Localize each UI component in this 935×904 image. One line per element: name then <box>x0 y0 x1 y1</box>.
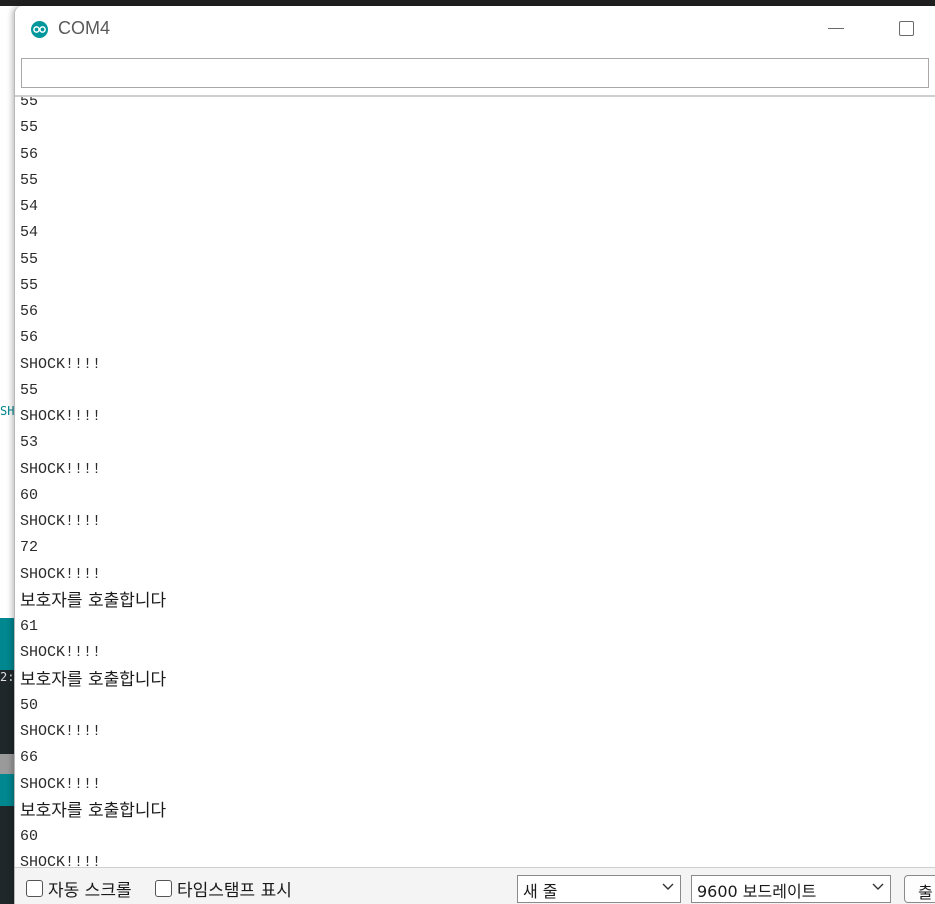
bottom-toolbar: 자동 스크롤 타임스탬프 표시 새 줄 9600 보드레이트 출 <box>15 867 935 904</box>
minimize-button[interactable] <box>821 16 851 42</box>
serial-output-line: 56 <box>20 303 39 320</box>
baud-rate-value: 9600 보드레이트 <box>697 882 817 901</box>
serial-output[interactable]: 55 55 56 55 54 54 55 55 56 56 SHOCK!!!! 55 SHOCK!!!!… <box>15 97 935 867</box>
serial-output-line: 55 <box>20 381 39 399</box>
serial-output-line: 53 <box>20 434 39 452</box>
serial-output-line: 보호자를 호출합니다 <box>20 669 167 690</box>
serial-output-line: SHOCK!!!! <box>20 775 102 793</box>
serial-output-line: 보호자를 호출합니다 <box>20 800 167 821</box>
maximize-icon <box>899 21 914 36</box>
serial-output-line: 55 <box>20 171 39 189</box>
autoscroll-label: 자동 스크롤 <box>48 880 132 901</box>
serial-output-line: SHOCK!!!! <box>20 854 102 867</box>
clear-output-button[interactable]: 출 <box>904 875 935 903</box>
background-edge-text-2: 2: <box>0 670 15 684</box>
serial-output-line: 56 <box>20 329 39 347</box>
serial-monitor-window: COM4 55 55 56 55 54 54 55 55 56 56 SHOCK!!!! 55 SHOC… <box>14 6 935 904</box>
serial-output-line: SHOCK!!!! <box>20 644 102 662</box>
chevron-down-icon <box>662 883 674 890</box>
screen: SH 2: COM4 55 55 56 55 54 54 55 55 56 56… <box>0 0 935 904</box>
serial-output-line: SHOCK!!!! <box>20 565 102 583</box>
serial-output-line: 60 <box>20 828 39 845</box>
serial-output-line: SHOCK!!!! <box>20 513 102 530</box>
serial-output-line: 보호자를 호출합니다 <box>20 590 167 611</box>
serial-output-line: SHOCK!!!! <box>20 460 102 478</box>
background-edge-text: SH <box>0 404 15 418</box>
serial-output-line: 55 <box>20 97 39 110</box>
line-ending-value: 새 줄 <box>523 882 558 901</box>
serial-output-line: 60 <box>20 486 39 504</box>
serial-output-line: SHOCK!!!! <box>20 408 102 425</box>
serial-output-line: 55 <box>20 276 39 294</box>
window-title: COM4 <box>58 18 111 38</box>
serial-output-line: 54 <box>20 198 39 215</box>
clear-output-label: 출 <box>918 883 933 902</box>
title-bar[interactable]: COM4 <box>15 6 935 52</box>
timestamp-label: 타임스탬프 표시 <box>177 880 292 901</box>
serial-output-line: SHOCK!!!! <box>20 723 102 740</box>
autoscroll-checkbox[interactable]: 자동 스크롤 <box>26 877 132 901</box>
serial-output-line: 54 <box>20 224 39 242</box>
timestamp-checkbox-box[interactable] <box>155 879 172 897</box>
serial-output-line: 66 <box>20 749 39 767</box>
serial-output-line: 50 <box>20 696 39 714</box>
autoscroll-checkbox-box[interactable] <box>26 879 43 897</box>
serial-output-line: 55 <box>20 250 39 268</box>
serial-output-line: 55 <box>20 119 39 137</box>
serial-output-line: 72 <box>20 539 39 557</box>
minimize-icon <box>828 28 844 29</box>
serial-output-line: 61 <box>20 618 39 635</box>
maximize-button[interactable] <box>892 16 922 42</box>
serial-output-line: SHOCK!!!! <box>20 355 102 373</box>
serial-output-lines: 55 55 56 55 54 54 55 55 56 56 SHOCK!!!! 55 SHOCK!!!!… <box>20 97 166 867</box>
send-message-input[interactable] <box>21 58 929 88</box>
arduino-logo-icon <box>31 21 48 38</box>
serial-output-line: 56 <box>20 145 39 163</box>
baud-rate-select[interactable]: 9600 보드레이트 <box>691 875 891 903</box>
chevron-down-icon <box>872 883 884 890</box>
timestamp-checkbox[interactable]: 타임스탬프 표시 <box>155 877 292 901</box>
line-ending-select[interactable]: 새 줄 <box>517 875 681 903</box>
